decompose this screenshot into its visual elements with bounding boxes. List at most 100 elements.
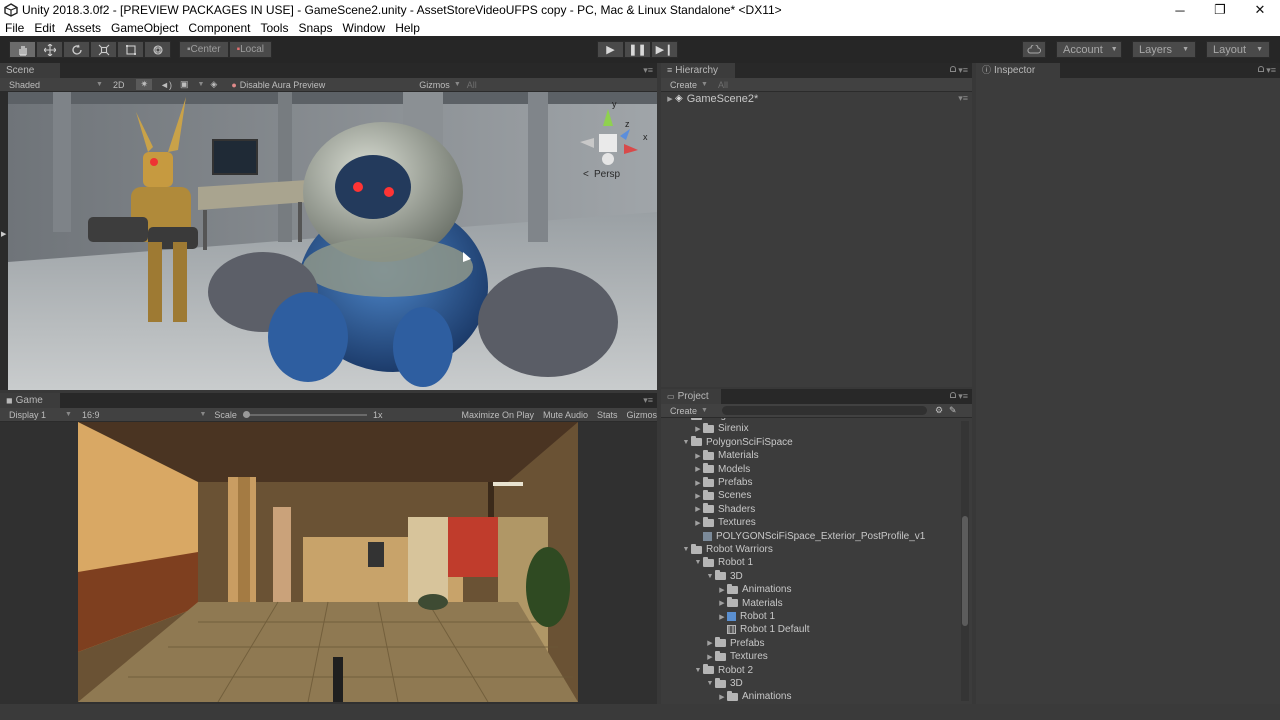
lighting-icon[interactable]: ✷ [136, 79, 153, 90]
collapsed-arrow-icon[interactable]: ▶ [717, 599, 727, 607]
collapsed-arrow-icon[interactable]: ▶ [693, 452, 703, 460]
tab-scene[interactable]: Scene [0, 63, 60, 78]
project-tree-item[interactable]: ▼ Robot Warriors [661, 543, 948, 556]
pivot-center-button[interactable]: ▪Center [179, 41, 229, 58]
menu-window[interactable]: Window [338, 20, 391, 36]
project-tree-item[interactable]: ▶ Scenes [661, 489, 948, 502]
game-viewport[interactable] [78, 422, 578, 702]
step-button[interactable]: ▶❙ [651, 41, 678, 58]
collapsed-arrow-icon[interactable]: ▶ [693, 505, 703, 513]
panel-menu-icon[interactable]: ▾≡ [643, 395, 653, 406]
collapsed-arrow-icon[interactable]: ▶ [693, 479, 703, 487]
expanded-arrow-icon[interactable]: ▼ [681, 546, 691, 553]
project-tree-item[interactable]: ▼ PolygonSciFiSpace [661, 436, 948, 449]
project-tree-item[interactable]: ▶ Prefabs [661, 637, 948, 650]
project-tree-item[interactable]: ▶ Shaders [661, 503, 948, 516]
rect-tool-button[interactable] [117, 41, 144, 58]
hand-tool-button[interactable] [9, 41, 36, 58]
lock-icon[interactable] [950, 66, 956, 72]
maximize-on-play-toggle[interactable]: Maximize On Play [461, 410, 534, 420]
menu-tools[interactable]: Tools [255, 20, 293, 36]
close-button[interactable]: ✕ [1240, 0, 1280, 20]
gizmos-dropdown[interactable]: Gizmos [419, 80, 450, 90]
menu-component[interactable]: Component [183, 20, 255, 36]
panel-menu-icon[interactable]: ▾≡ [958, 391, 968, 402]
collapse-arrow-icon[interactable]: ▶ [1, 230, 6, 238]
menu-file[interactable]: File [0, 20, 29, 36]
layout-dropdown[interactable]: Layout ▼ [1206, 41, 1270, 58]
project-tree-item[interactable]: ▶ Prefabs [661, 476, 948, 489]
collapsed-arrow-icon[interactable]: ▶ [693, 492, 703, 500]
move-tool-button[interactable] [36, 41, 63, 58]
menu-help[interactable]: Help [390, 20, 425, 36]
audio-icon[interactable]: ◄) [160, 80, 172, 90]
project-tree-item[interactable]: ▶ Animations [661, 583, 948, 596]
collapsed-arrow-icon[interactable]: ▶ [717, 586, 727, 594]
filter-by-type-icon[interactable]: ⚙ [935, 405, 943, 416]
display-dropdown[interactable]: Display 1 [9, 410, 46, 420]
project-tree-item[interactable]: ▶ Robot 1 [661, 610, 948, 623]
menu-edit[interactable]: Edit [29, 20, 60, 36]
collapsed-arrow-icon[interactable]: ▶ [705, 653, 715, 661]
gizmos-dropdown[interactable]: Gizmos [627, 410, 658, 420]
play-button[interactable]: ▶ [597, 41, 624, 58]
minimize-button[interactable]: ─ [1160, 0, 1200, 20]
scale-slider[interactable] [242, 410, 367, 418]
account-dropdown[interactable]: Account ▼ [1056, 41, 1122, 58]
filter-by-label-icon[interactable]: ✎ [949, 405, 957, 416]
aspect-dropdown[interactable]: 16:9 [82, 410, 100, 420]
layers-dropdown[interactable]: Layers ▼ [1132, 41, 1196, 58]
pivot-local-button[interactable]: ▪Local [228, 41, 273, 58]
project-tree-item[interactable]: ▶ Materials [661, 449, 948, 462]
project-tree-item[interactable]: Plugins [661, 418, 948, 422]
collapsed-arrow-icon[interactable]: ▶ [693, 519, 703, 527]
tab-inspector[interactable]: ⓘ Inspector [976, 63, 1060, 78]
stats-toggle[interactable]: Stats [597, 410, 618, 420]
scene-menu-icon[interactable]: ▾≡ [958, 93, 968, 104]
project-tree-item[interactable]: ▼ Robot 1 [661, 556, 948, 569]
project-tree-item[interactable]: ▼ Robot 2 [661, 664, 948, 677]
expanded-arrow-icon[interactable]: ▼ [705, 680, 715, 687]
scale-tool-button[interactable] [90, 41, 117, 58]
project-tree-item[interactable]: ▼ 3D [661, 677, 948, 690]
collapsed-arrow-icon[interactable]: ▶ [717, 613, 727, 621]
project-tree-item[interactable]: ▼ 3D [661, 570, 948, 583]
scale-slider-thumb[interactable] [242, 410, 250, 418]
project-tree-item[interactable]: ▶ Models [661, 463, 948, 476]
transform-tool-button[interactable] [144, 41, 171, 58]
collapsed-arrow-icon[interactable]: ▶ [705, 639, 715, 647]
expanded-arrow-icon[interactable]: ▼ [705, 573, 715, 580]
layers-visibility-icon[interactable]: ◈ [210, 79, 217, 90]
expanded-arrow-icon[interactable]: ▼ [693, 559, 703, 566]
hierarchy-scene-row[interactable]: ▶ ◈ GameScene2* ▾≡ [665, 92, 968, 105]
disable-aura-preview-button[interactable]: Disable Aura Preview [240, 80, 326, 90]
project-search-input[interactable] [721, 406, 927, 415]
tab-game[interactable]: ◼ Game [0, 393, 60, 408]
shading-mode-dropdown[interactable]: Shaded [9, 80, 40, 90]
expanded-arrow-icon[interactable]: ▼ [681, 439, 691, 446]
project-tree-item[interactable]: ▶ Textures [661, 516, 948, 529]
mute-audio-toggle[interactable]: Mute Audio [543, 410, 588, 420]
panel-menu-icon[interactable]: ▾≡ [958, 65, 968, 76]
lock-icon[interactable] [950, 392, 956, 398]
project-tree-item[interactable]: ▶ Materials [661, 597, 948, 610]
project-create-dropdown[interactable]: Create [670, 406, 697, 416]
project-tree-item[interactable]: POLYGONSciFiSpace_Exterior_PostProfile_v… [661, 530, 948, 543]
hierarchy-search-input[interactable]: All [718, 80, 728, 90]
collab-cloud-button[interactable] [1022, 41, 1046, 58]
mode-2d-toggle[interactable]: 2D [113, 80, 125, 90]
effects-icon[interactable]: ▣ [180, 79, 189, 90]
maximize-button[interactable]: ❐ [1200, 0, 1240, 20]
menu-assets[interactable]: Assets [60, 20, 106, 36]
expand-arrow-icon[interactable]: ▶ [665, 95, 675, 103]
project-tree-item[interactable]: ▶ Sirenix [661, 422, 948, 435]
panel-menu-icon[interactable]: ▾≡ [1266, 65, 1276, 76]
scene-search-input[interactable]: All [467, 80, 477, 90]
project-tree-item[interactable]: ▶ Textures [661, 650, 948, 663]
panel-menu-icon[interactable]: ▾≡ [643, 65, 653, 76]
collapsed-arrow-icon[interactable]: ▶ [693, 425, 703, 433]
collapsed-arrow-icon[interactable]: ▶ [693, 465, 703, 473]
tab-hierarchy[interactable]: ≡ Hierarchy [661, 63, 735, 78]
project-scrollbar[interactable] [961, 421, 969, 701]
tab-project[interactable]: ▭ Project [661, 389, 721, 404]
